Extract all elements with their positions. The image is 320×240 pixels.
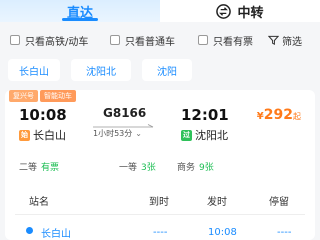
departure-time: 10:08: [19, 106, 67, 124]
seat-status: 有票: [41, 163, 60, 173]
tab-transfer[interactable]: 中转: [160, 0, 320, 22]
schedule-header: 站名 到时 发时 停留: [5, 190, 315, 210]
train-badges: 复兴号 智能动车: [9, 90, 78, 102]
seat-availability: 二等 有票 一等 3张 商务 9张: [19, 160, 309, 176]
schedule-depart: 10:08: [208, 226, 237, 238]
active-tab-indicator: [62, 18, 98, 21]
arrival-station-name: 沈阳北: [195, 129, 228, 142]
seat-second-class: 二等 有票: [19, 160, 59, 173]
ticket-price: ¥ 292 起: [257, 107, 301, 123]
price-currency: ¥: [256, 111, 264, 122]
schedule-stop: ----: [277, 226, 292, 238]
mode-tabbar: 直达 中转: [0, 0, 320, 22]
seat-business-class: 商务 9张: [177, 160, 214, 173]
arrival-time: 12:01: [181, 106, 229, 124]
station-chip[interactable]: 长白山: [8, 59, 60, 81]
seat-name: 二等: [19, 163, 38, 173]
divider: [15, 214, 305, 215]
train-feature-badge: 智能动车: [40, 90, 76, 102]
schedule-station: 长白山: [41, 228, 71, 240]
origin-station-icon: 始: [19, 129, 30, 141]
filter-label: 只看普通车: [125, 36, 175, 48]
price-suffix: 起: [293, 112, 301, 121]
funnel-icon: [268, 35, 279, 45]
station-chip[interactable]: 沈阳北: [71, 59, 131, 81]
seat-name: 商务: [177, 163, 196, 173]
schedule-row: 长白山 ---- 10:08 ----: [5, 222, 315, 240]
chevron-down-icon: ⌄: [135, 129, 142, 138]
filter-available-only[interactable]: 只看有票: [198, 30, 253, 50]
filter-row: 只看高铁/动车 只看普通车 只看有票 筛选: [0, 30, 320, 50]
seat-status: 3张: [141, 163, 156, 173]
station-chip[interactable]: 沈阳: [142, 59, 192, 81]
arrival-station: 过 沈阳北: [181, 127, 228, 143]
station-dot-icon: [26, 227, 33, 234]
price-value: 292: [263, 107, 293, 123]
filter-highspeed-only[interactable]: 只看高铁/动车: [10, 30, 88, 50]
departure-station: 始 长白山: [19, 127, 66, 143]
filter-button[interactable]: 筛选: [268, 30, 302, 50]
seat-first-class: 一等 3张: [119, 160, 156, 173]
seat-status: 9张: [199, 163, 214, 173]
filter-label: 只看有票: [213, 36, 253, 48]
column-header-station: 站名: [29, 196, 49, 208]
departure-station-name: 长白山: [33, 129, 66, 142]
passing-station-icon: 过: [181, 129, 192, 141]
tab-direct[interactable]: 直达: [0, 0, 160, 22]
train-card[interactable]: 复兴号 智能动车 10:08 G8166 1小时53分 ⌄ 12:01 始 长白…: [5, 90, 315, 240]
checkbox[interactable]: [10, 35, 20, 45]
checkbox[interactable]: [198, 35, 208, 45]
transfer-icon: [216, 3, 232, 19]
schedule-arrive: ----: [153, 226, 168, 238]
train-type-badge: 复兴号: [9, 90, 38, 102]
filter-button-label: 筛选: [282, 36, 302, 48]
tab-transfer-label: 中转: [237, 5, 264, 21]
train-number: G8166: [103, 106, 147, 120]
seat-name: 一等: [119, 163, 138, 173]
checkbox[interactable]: [110, 35, 120, 45]
column-header-depart: 发时: [207, 196, 227, 208]
column-header-stop: 停留: [269, 196, 289, 208]
filter-normal-only[interactable]: 只看普通车: [110, 30, 175, 50]
travel-duration[interactable]: 1小时53分 ⌄: [93, 128, 142, 139]
filter-label: 只看高铁/动车: [25, 36, 89, 48]
duration-text: 1小时53分: [93, 129, 133, 138]
column-header-arrive: 到时: [149, 196, 169, 208]
